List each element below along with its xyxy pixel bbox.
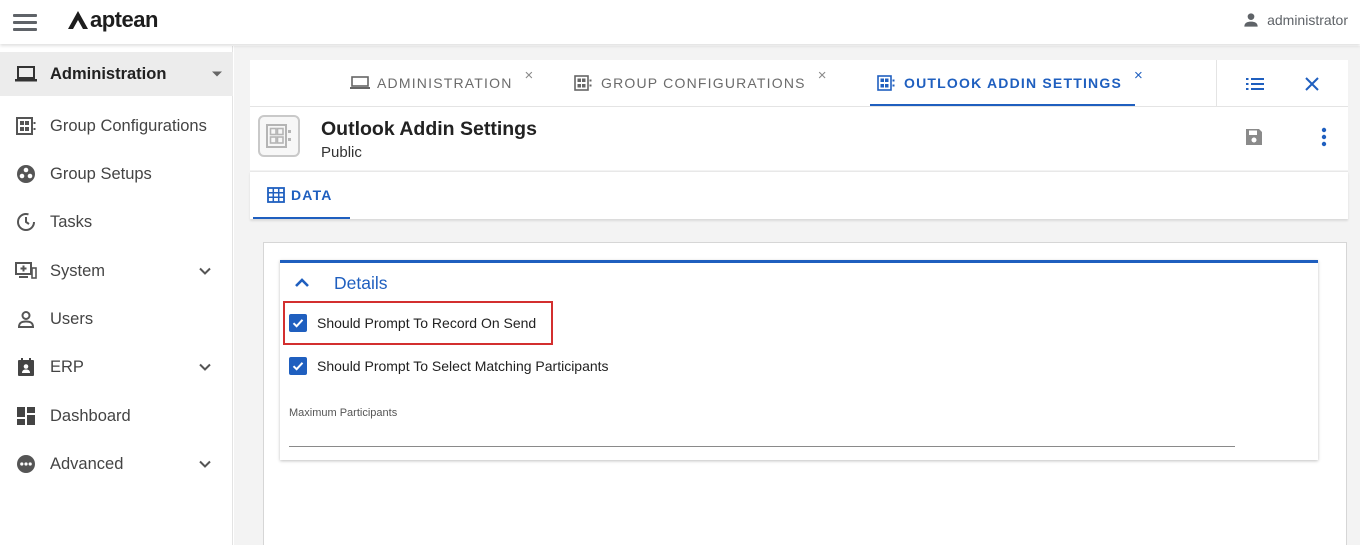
tab-label: GROUP CONFIGURATIONS — [601, 75, 806, 91]
tab-label: OUTLOOK ADDIN SETTINGS — [904, 75, 1122, 91]
chevron-down-icon[interactable] — [196, 455, 214, 473]
section-tabs: DATA — [250, 171, 1348, 219]
system-icon — [15, 260, 37, 282]
checkbox-label: Should Prompt To Select Matching Partici… — [317, 358, 609, 374]
tab-group-configurations[interactable]: GROUP CONFIGURATIONS × — [574, 60, 826, 106]
sidebar-item-label: Users — [50, 309, 94, 328]
user-menu[interactable]: administrator — [1241, 10, 1348, 30]
top-app-bar: aptean administrator — [0, 0, 1360, 44]
brand-name: aptean — [90, 7, 158, 32]
laptop-icon — [15, 63, 37, 85]
maximum-participants-label: Maximum Participants — [289, 407, 398, 419]
erp-icon — [15, 356, 37, 378]
chevron-down-icon[interactable] — [196, 262, 214, 280]
chevron-up-icon — [295, 278, 309, 287]
sidebar-item-label: Dashboard — [50, 406, 131, 425]
should-prompt-record-checkbox[interactable]: Should Prompt To Record On Send — [289, 311, 536, 335]
aptean-logo-mark-icon — [68, 11, 88, 29]
page-subtitle: Public — [321, 144, 362, 161]
close-all-icon[interactable] — [1300, 72, 1324, 96]
details-section-toggle[interactable]: Details — [292, 269, 388, 297]
tab-data[interactable]: DATA — [267, 172, 333, 218]
sidebar-item-label: System — [50, 261, 106, 280]
section-title: Details — [334, 272, 388, 293]
tab-administration[interactable]: ADMINISTRATION × — [350, 60, 533, 106]
sidebar-item-tasks[interactable]: Tasks — [0, 200, 233, 244]
maximum-participants-input[interactable] — [289, 423, 1235, 447]
more-vert-icon[interactable] — [1312, 125, 1336, 149]
main-content: ADMINISTRATION × GROUP CONFIGURATIONS × … — [234, 46, 1360, 545]
should-prompt-select-participants-checkbox[interactable]: Should Prompt To Select Matching Partici… — [289, 354, 609, 378]
grid-table-icon — [267, 187, 285, 203]
tab-label: ADMINISTRATION — [377, 75, 513, 91]
tab-outlook-addin-settings[interactable]: OUTLOOK ADDIN SETTINGS × — [877, 60, 1143, 106]
divider — [1216, 60, 1217, 106]
record-header: Outlook Addin Settings Public — [250, 106, 1348, 170]
sidebar-item-group-setups[interactable]: Group Setups — [0, 152, 233, 196]
group-config-icon — [574, 75, 594, 91]
checkbox-checked-icon[interactable] — [289, 357, 307, 375]
sidebar-item-erp[interactable]: ERP — [0, 345, 233, 389]
active-tab-indicator — [253, 217, 350, 219]
sidebar-item-administration[interactable]: Administration — [0, 52, 233, 96]
close-icon[interactable]: × — [525, 68, 534, 83]
close-icon[interactable]: × — [818, 68, 827, 83]
sidebar-item-label: ERP — [50, 357, 84, 376]
menu-hamburger-icon[interactable] — [10, 9, 40, 35]
user-icon — [15, 308, 37, 330]
sidebar-item-group-configurations[interactable]: Group Configurations — [0, 104, 233, 148]
aptean-logo[interactable]: aptean — [67, 6, 158, 34]
dropdown-caret-icon — [212, 71, 222, 77]
content-panel: Details Should Prompt To Record On Send … — [263, 242, 1347, 545]
sidebar: Administration Group Configurations Grou… — [0, 46, 233, 545]
dashboard-icon — [15, 405, 37, 427]
page-title: Outlook Addin Settings — [321, 118, 537, 140]
tab-strip: ADMINISTRATION × GROUP CONFIGURATIONS × … — [250, 60, 1348, 106]
sidebar-item-label: Tasks — [50, 212, 93, 231]
sidebar-item-label: Administration — [50, 64, 167, 83]
checkbox-checked-icon[interactable] — [289, 314, 307, 332]
sidebar-item-label: Group Configurations — [50, 116, 207, 135]
sidebar-item-dashboard[interactable]: Dashboard — [0, 394, 233, 438]
group-config-icon — [15, 115, 37, 137]
group-config-icon — [258, 115, 300, 157]
sidebar-item-label: Advanced — [50, 454, 124, 473]
list-view-icon[interactable] — [1243, 72, 1267, 96]
chevron-down-icon[interactable] — [196, 358, 214, 376]
tasks-timer-icon — [15, 211, 37, 233]
sidebar-item-system[interactable]: System — [0, 249, 233, 293]
group-setups-icon — [15, 163, 37, 185]
group-config-icon — [877, 75, 897, 91]
details-section: Details Should Prompt To Record On Send … — [280, 260, 1318, 460]
close-icon[interactable]: × — [1134, 68, 1143, 83]
person-icon — [1244, 13, 1258, 27]
laptop-icon — [350, 75, 370, 91]
sidebar-item-users[interactable]: Users — [0, 297, 233, 341]
user-name: administrator — [1267, 12, 1348, 28]
sidebar-item-label: Group Setups — [50, 164, 152, 183]
advanced-icon — [15, 453, 37, 475]
save-icon[interactable] — [1242, 125, 1266, 149]
tab-label: DATA — [291, 187, 333, 203]
sidebar-item-advanced[interactable]: Advanced — [0, 442, 233, 486]
checkbox-label: Should Prompt To Record On Send — [317, 315, 537, 331]
